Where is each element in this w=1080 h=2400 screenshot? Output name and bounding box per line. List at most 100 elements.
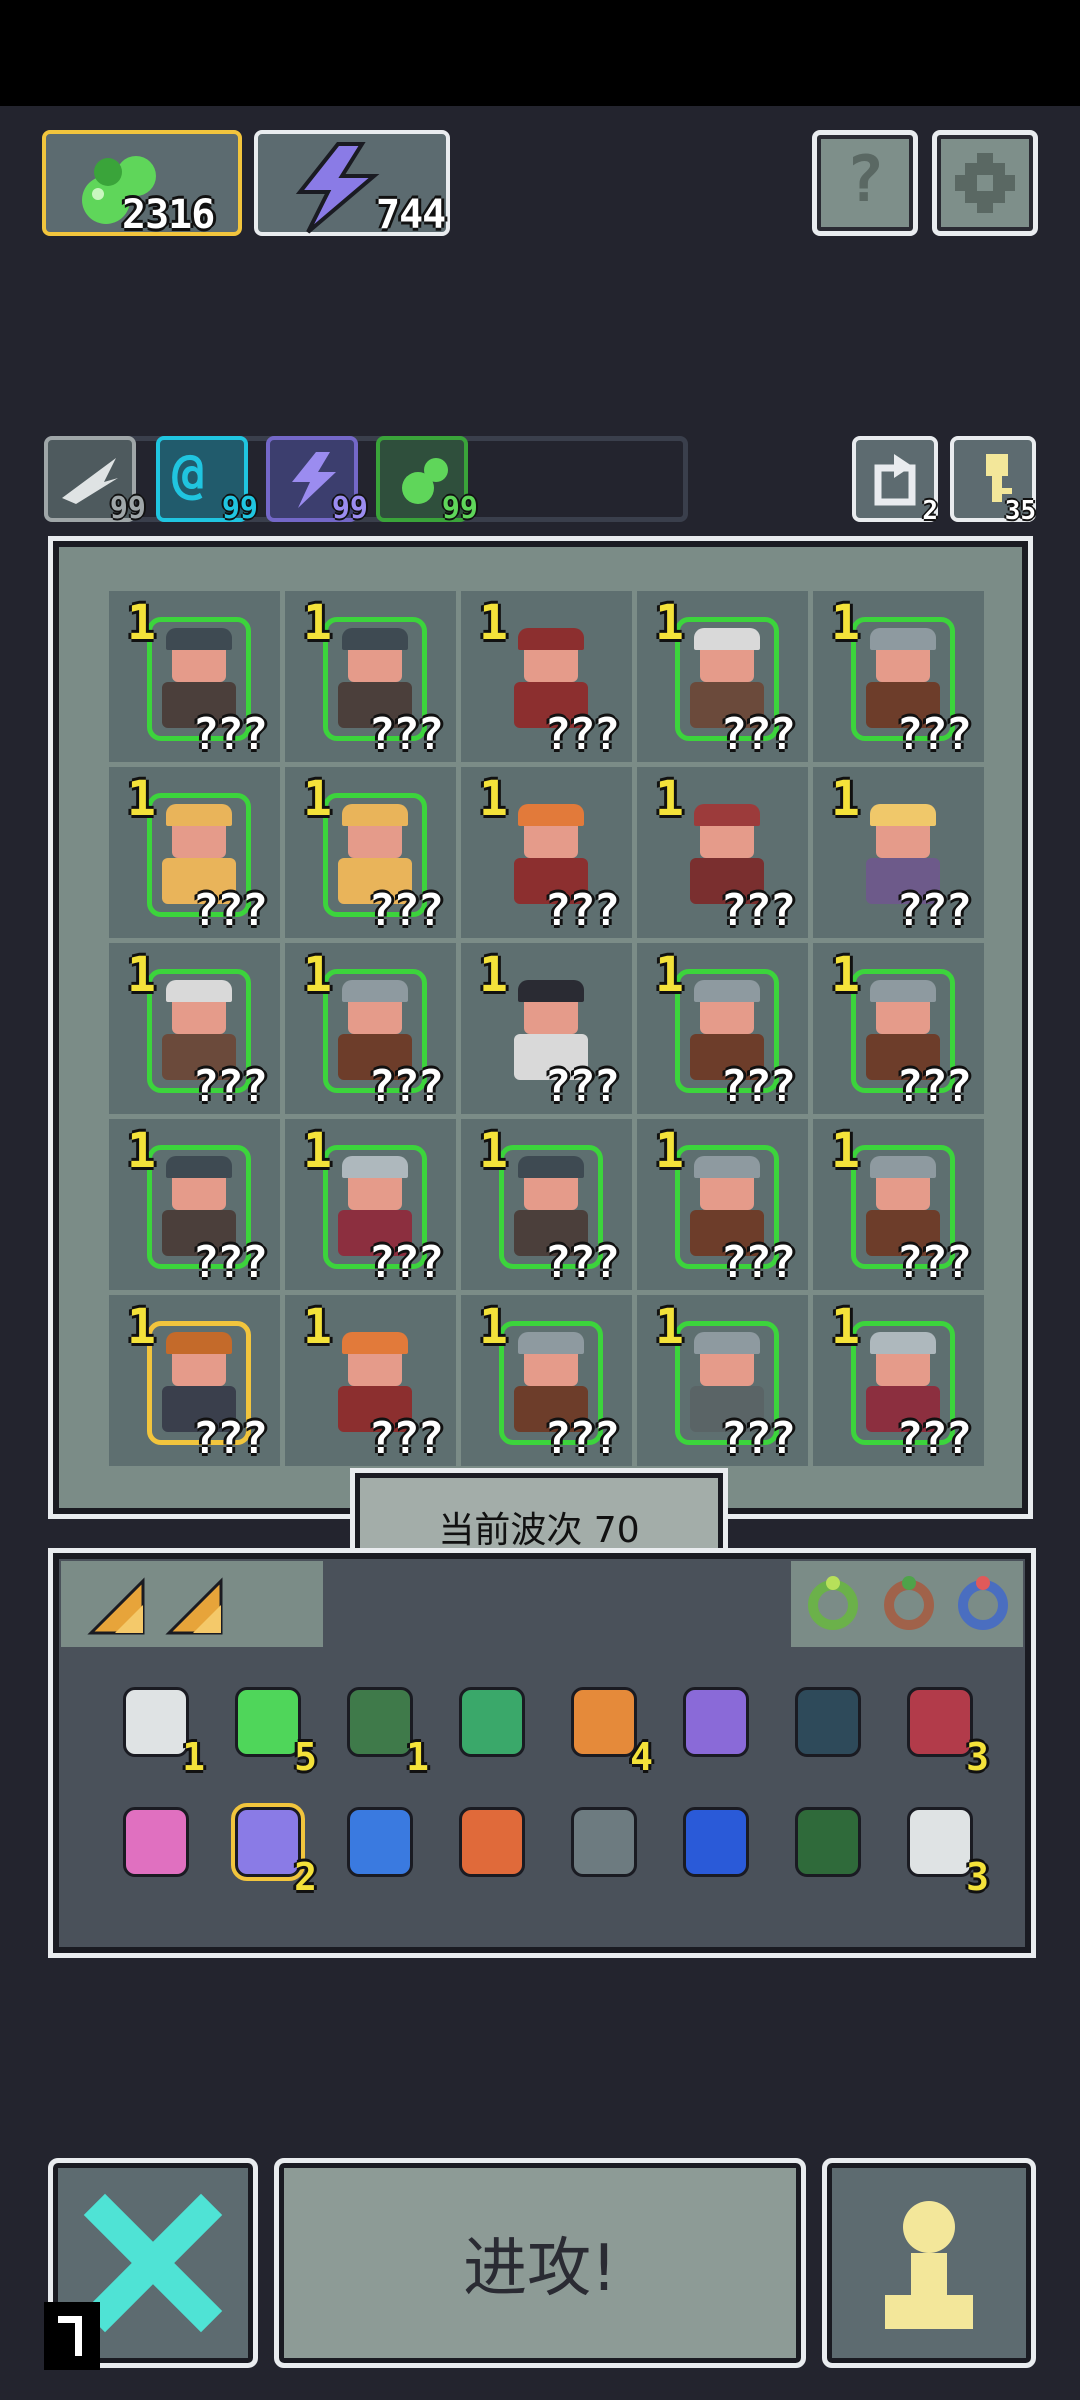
inventory-row-2: 23 <box>113 1797 989 1899</box>
hero-level: 1 <box>303 1123 332 1179</box>
stat-spiral-value: 99 <box>221 491 258 526</box>
hero-cell[interactable]: 1??? <box>637 943 808 1114</box>
energy-resource[interactable]: 744 <box>254 130 450 238</box>
hero-cell[interactable]: 1??? <box>285 943 456 1114</box>
inventory-item[interactable]: 4 <box>561 1677 653 1779</box>
hero-cell[interactable]: 1??? <box>813 767 984 938</box>
hero-level: 1 <box>127 595 156 651</box>
hero-name: ??? <box>896 709 972 760</box>
green-ring-icon[interactable] <box>803 1573 863 1633</box>
hero-level: 1 <box>655 771 684 827</box>
hero-name: ??? <box>544 1237 620 1288</box>
item-count: 1 <box>182 1735 205 1779</box>
help-button[interactable]: ? <box>812 130 918 236</box>
refresh-count: 2 <box>922 496 938 526</box>
blue-flame-tile-icon <box>683 1807 749 1877</box>
inventory-item[interactable] <box>785 1797 871 1893</box>
stat-gem: 99 <box>376 436 478 526</box>
pawn-icon <box>885 2201 973 2329</box>
key-count: 35 <box>1004 496 1036 526</box>
hero-name: ??? <box>896 1237 972 1288</box>
settings-button[interactable] <box>932 130 1038 236</box>
hero-level: 1 <box>127 1299 156 1355</box>
hero-cell[interactable]: 1??? <box>285 1295 456 1466</box>
item-count: 3 <box>966 1855 989 1899</box>
wave-label: 当前波次 70 <box>438 1510 640 1551</box>
inventory-item[interactable] <box>673 1677 759 1773</box>
gold-resource[interactable]: 2316 <box>42 130 242 238</box>
hero-cell[interactable]: 1??? <box>813 943 984 1114</box>
item-count: 1 <box>406 1735 429 1779</box>
hero-level: 1 <box>831 595 860 651</box>
inventory-item[interactable] <box>561 1797 647 1893</box>
refresh-counter[interactable]: 2 <box>852 436 938 526</box>
stat-energy-value: 99 <box>331 491 368 526</box>
hero-name: ??? <box>192 709 268 760</box>
hero-cell[interactable]: 1??? <box>109 943 280 1114</box>
refresh-icon <box>874 454 916 506</box>
key-counter[interactable]: 35 <box>950 436 1036 526</box>
red-cloak-icon <box>907 1687 973 1757</box>
hero-cell[interactable]: 1??? <box>461 1295 632 1466</box>
hero-name: ??? <box>368 1413 444 1464</box>
inventory-item[interactable]: 1 <box>113 1677 205 1779</box>
inventory-item[interactable] <box>449 1797 535 1893</box>
hero-cell[interactable]: 1??? <box>461 767 632 938</box>
hero-cell[interactable]: 1??? <box>285 591 456 762</box>
hero-cell[interactable]: 1??? <box>637 591 808 762</box>
hero-level: 1 <box>831 947 860 1003</box>
amber-shard-icon[interactable] <box>163 1575 227 1639</box>
bell-icon <box>795 1687 861 1757</box>
hero-cell[interactable]: 1??? <box>813 1119 984 1290</box>
hero-name: ??? <box>544 885 620 936</box>
blue-ring-icon[interactable] <box>953 1573 1013 1633</box>
hero-name: ??? <box>544 709 620 760</box>
hero-cell[interactable]: 1??? <box>637 767 808 938</box>
emerald-icon <box>235 1687 301 1757</box>
hero-cell[interactable]: 1??? <box>285 767 456 938</box>
purple-axe-icon <box>683 1687 749 1757</box>
hero-level: 1 <box>303 595 332 651</box>
inventory-item[interactable]: 1 <box>337 1677 429 1779</box>
hero-cell[interactable]: 1??? <box>461 1119 632 1290</box>
amber-shard-icon[interactable] <box>85 1575 149 1639</box>
hero-name: ??? <box>544 1413 620 1464</box>
potion-jar-icon <box>231 1803 305 1881</box>
hero-cell[interactable]: 1??? <box>637 1295 808 1466</box>
inventory-item[interactable] <box>785 1677 871 1773</box>
hero-cell[interactable]: 1??? <box>637 1119 808 1290</box>
hero-cell[interactable]: 1??? <box>813 591 984 762</box>
inventory-item[interactable]: 3 <box>897 1677 989 1779</box>
attack-button[interactable]: 进攻! <box>274 2158 806 2368</box>
crossed-axes-icon <box>907 1807 973 1877</box>
hero-level: 1 <box>127 947 156 1003</box>
hero-board: 1??? 1??? 1??? 1??? 1??? 1??? 1??? 1??? 1??? 1???… <box>48 536 1033 1519</box>
inventory-item[interactable]: 3 <box>897 1797 989 1899</box>
hero-cell[interactable]: 1??? <box>109 1119 280 1290</box>
inventory-item[interactable]: 5 <box>225 1677 317 1779</box>
shuriken-icon <box>571 1807 637 1877</box>
hero-cell[interactable]: 1??? <box>109 1295 280 1466</box>
hero-level: 1 <box>479 771 508 827</box>
copper-ring-icon[interactable] <box>879 1573 939 1633</box>
hero-cell[interactable]: 1??? <box>109 767 280 938</box>
inventory-item[interactable] <box>449 1677 535 1773</box>
inventory-item[interactable]: 2 <box>225 1797 317 1899</box>
hero-button[interactable] <box>822 2158 1036 2368</box>
hero-cell[interactable]: 1??? <box>285 1119 456 1290</box>
inventory-item[interactable] <box>673 1797 759 1893</box>
hero-cell[interactable]: 1??? <box>813 1295 984 1466</box>
hero-name: ??? <box>720 1237 796 1288</box>
hero-name: ??? <box>368 709 444 760</box>
hero-cell[interactable]: 1??? <box>109 591 280 762</box>
item-count: 3 <box>966 1735 989 1779</box>
hero-cell[interactable]: 1??? <box>461 591 632 762</box>
inventory-item[interactable] <box>337 1797 423 1893</box>
hero-level: 1 <box>303 947 332 1003</box>
inventory-item[interactable] <box>113 1797 199 1893</box>
hero-cell[interactable]: 1??? <box>461 943 632 1114</box>
settings-gear-icon <box>955 153 1015 213</box>
hero-level: 1 <box>831 1299 860 1355</box>
hero-name: ??? <box>368 1237 444 1288</box>
hero-level: 1 <box>479 1123 508 1179</box>
